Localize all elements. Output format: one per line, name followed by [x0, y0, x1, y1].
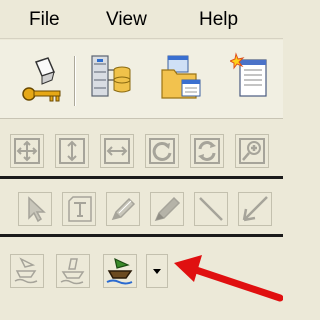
toolbar-separator — [74, 56, 76, 106]
resize-horizontal-button[interactable] — [100, 134, 134, 168]
database-icon — [91, 55, 131, 97]
line-button[interactable] — [194, 192, 228, 226]
folder-window-icon — [161, 55, 201, 99]
boat-button[interactable] — [103, 254, 137, 288]
annotation-arrow-icon — [174, 255, 283, 302]
resize-horizontal-icon — [104, 138, 130, 164]
boat-button-disabled-1[interactable] — [10, 254, 44, 288]
zoom-icon — [239, 138, 265, 164]
resize-vertical-button[interactable] — [55, 134, 89, 168]
new-document-button[interactable] — [230, 50, 274, 106]
pen-icon — [111, 197, 136, 221]
rotate-icon — [149, 138, 175, 164]
boat-disabled-icon — [60, 258, 85, 285]
move-all-icon — [14, 138, 40, 164]
menu-file[interactable]: File — [29, 9, 60, 31]
menu-bar: File View Help — [0, 0, 283, 39]
text-tool-icon — [68, 196, 92, 222]
boat-disabled-icon — [14, 257, 38, 284]
key-user-button[interactable] — [20, 50, 64, 106]
pencil-button[interactable] — [150, 192, 184, 226]
menu-view[interactable]: View — [106, 9, 147, 31]
line-icon — [199, 197, 223, 221]
boat-button-disabled-2[interactable] — [56, 254, 90, 288]
menu-help[interactable]: Help — [199, 9, 238, 31]
new-document-icon — [230, 52, 267, 97]
pointer-button[interactable] — [18, 192, 52, 226]
pencil-icon — [154, 196, 181, 222]
rotate-button[interactable] — [145, 134, 179, 168]
refresh-icon — [194, 138, 220, 164]
boat-icon — [106, 257, 133, 285]
arrow-line-icon — [242, 196, 268, 222]
zoom-button[interactable] — [235, 134, 269, 168]
pointer-icon — [28, 196, 46, 223]
folder-window-button[interactable] — [160, 50, 204, 106]
move-all-button[interactable] — [10, 134, 44, 168]
arrow-line-button[interactable] — [238, 192, 272, 226]
refresh-button[interactable] — [190, 134, 224, 168]
key-user-icon — [22, 57, 61, 102]
database-button[interactable] — [88, 50, 132, 106]
resize-vertical-icon — [59, 138, 85, 164]
text-tool-button[interactable] — [62, 192, 96, 226]
pen-button[interactable] — [106, 192, 140, 226]
